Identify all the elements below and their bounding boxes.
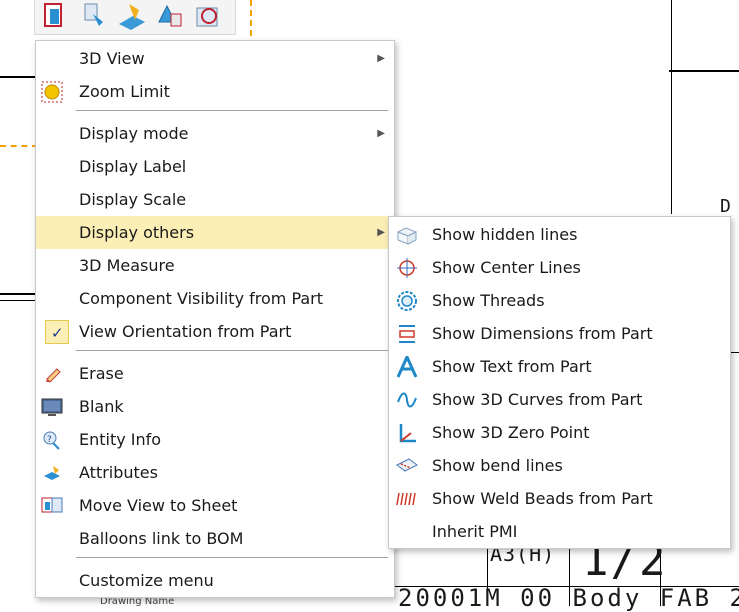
attributes-icon <box>41 462 63 484</box>
sheet-view-icon <box>44 3 62 27</box>
menu-item-customize[interactable]: Customize menu <box>36 564 394 597</box>
move-view-icon <box>41 495 63 517</box>
monitor-icon <box>41 396 63 418</box>
menu-item-label: Attributes <box>79 463 158 482</box>
menu-item-zoom-limit[interactable]: Zoom Limit <box>36 75 394 108</box>
submenu-item-label: Show Center Lines <box>432 258 581 277</box>
zero-point-icon <box>396 422 418 444</box>
submenu-item-center-lines[interactable]: Show Center Lines <box>389 251 730 284</box>
menu-item-label: Display Label <box>79 157 187 176</box>
submenu-arrow-icon: ▶ <box>377 53 385 64</box>
menu-separator <box>76 110 388 111</box>
menu-item-label: Erase <box>79 364 124 383</box>
submenu-item-label: Show bend lines <box>432 456 563 475</box>
drawing-line <box>0 300 40 301</box>
menu-item-3d-measure[interactable]: 3D Measure <box>36 249 394 282</box>
weld-beads-icon <box>396 488 418 510</box>
menu-item-label: Move View to Sheet <box>79 496 238 515</box>
menu-item-entity-info[interactable]: ? Entity Info <box>36 423 394 456</box>
submenu-item-label: Show hidden lines <box>432 225 578 244</box>
svg-text:?: ? <box>47 435 52 445</box>
center-lines-icon <box>396 257 418 279</box>
broken-view-button[interactable] <box>191 0 225 32</box>
menu-separator <box>76 557 388 558</box>
projection-view-icon <box>84 3 103 26</box>
hidden-lines-icon <box>396 224 418 246</box>
menu-item-move-view[interactable]: Move View to Sheet <box>36 489 394 522</box>
eraser-icon <box>41 363 63 385</box>
menu-item-display-mode[interactable]: Display mode ▶ <box>36 117 394 150</box>
svg-text:✓: ✓ <box>51 324 64 342</box>
section-view-button[interactable] <box>115 0 149 32</box>
broken-view-icon <box>196 7 218 27</box>
menu-item-display-others[interactable]: Display others ▶ <box>36 216 394 249</box>
zoom-limit-icon <box>41 81 63 103</box>
menu-item-label: Zoom Limit <box>79 82 170 101</box>
display-others-submenu: Show hidden lines Show Center Lines Show… <box>388 216 731 549</box>
menu-item-label: Display others <box>79 223 195 242</box>
entity-info-icon: ? <box>41 429 63 451</box>
submenu-arrow-icon: ▶ <box>377 227 385 238</box>
drawing-line <box>669 70 739 72</box>
projection-view-button[interactable] <box>77 0 111 32</box>
submenu-item-bend-lines[interactable]: Show bend lines <box>389 449 730 482</box>
detail-view-button[interactable] <box>151 0 185 32</box>
menu-item-label: Display mode <box>79 124 189 143</box>
menu-item-3d-view[interactable]: 3D View ▶ <box>36 42 394 75</box>
menu-item-component-visibility[interactable]: Component Visibility from Part <box>36 282 394 315</box>
menu-item-label: Customize menu <box>79 571 214 590</box>
edge-letter: D <box>720 196 731 217</box>
menu-item-attributes[interactable]: Attributes <box>36 456 394 489</box>
submenu-item-inherit-pmi[interactable]: Inherit PMI <box>389 515 730 548</box>
submenu-item-label: Show Threads <box>432 291 545 310</box>
dimensions-icon <box>396 323 418 345</box>
menu-item-display-scale[interactable]: Display Scale <box>36 183 394 216</box>
submenu-item-label: Show Text from Part <box>432 357 592 376</box>
threads-icon <box>396 290 418 312</box>
menu-item-label: Component Visibility from Part <box>79 289 324 308</box>
dashed-line <box>0 145 38 147</box>
submenu-item-weld-beads[interactable]: Show Weld Beads from Part <box>389 482 730 515</box>
drawing-line <box>0 76 40 78</box>
menu-item-label: 3D View <box>79 49 145 68</box>
checkmark-icon: ✓ <box>45 320 69 344</box>
sheet-view-button[interactable] <box>37 0 71 32</box>
drawing-line <box>671 0 672 214</box>
menu-item-label: Entity Info <box>79 430 162 449</box>
bend-lines-icon <box>396 455 418 477</box>
submenu-item-threads[interactable]: Show Threads <box>389 284 730 317</box>
submenu-item-label: Show Weld Beads from Part <box>432 489 653 508</box>
drawing-line <box>0 293 40 295</box>
dashed-line <box>250 0 252 36</box>
drawing-line <box>730 352 739 353</box>
menu-item-erase[interactable]: Erase <box>36 357 394 390</box>
submenu-item-label: Inherit PMI <box>432 522 518 541</box>
menu-item-label: Display Scale <box>79 190 187 209</box>
submenu-item-hidden-lines[interactable]: Show hidden lines <box>389 218 730 251</box>
menu-item-label: View Orientation from Part <box>79 322 292 341</box>
submenu-arrow-icon: ▶ <box>377 128 385 139</box>
menu-item-view-orientation[interactable]: ✓ View Orientation from Part <box>36 315 394 348</box>
menu-item-blank[interactable]: Blank <box>36 390 394 423</box>
submenu-item-text[interactable]: Show Text from Part <box>389 350 730 383</box>
menu-item-display-label[interactable]: Display Label <box>36 150 394 183</box>
submenu-item-dimensions[interactable]: Show Dimensions from Part <box>389 317 730 350</box>
curves-icon <box>396 389 418 411</box>
menu-item-label: Blank <box>79 397 124 416</box>
detail-view-icon <box>158 4 182 27</box>
menu-separator <box>76 350 388 351</box>
submenu-item-label: Show 3D Curves from Part <box>432 390 643 409</box>
view-toolbar <box>34 0 236 35</box>
submenu-item-3d-curves[interactable]: Show 3D Curves from Part <box>389 383 730 416</box>
section-view-icon <box>119 4 145 30</box>
menu-item-balloons-link[interactable]: Balloons link to BOM <box>36 522 394 555</box>
text-icon <box>396 353 418 378</box>
submenu-item-label: Show Dimensions from Part <box>432 324 653 343</box>
submenu-item-label: Show 3D Zero Point <box>432 423 590 442</box>
drawing-title-text: 20001M 00 Body FAB 2D <box>398 584 739 612</box>
context-menu: 3D View ▶ Zoom Limit Display mode ▶ Disp… <box>35 40 395 598</box>
menu-item-label: Balloons link to BOM <box>79 529 244 548</box>
submenu-item-3d-zero-point[interactable]: Show 3D Zero Point <box>389 416 730 449</box>
menu-item-label: 3D Measure <box>79 256 175 275</box>
